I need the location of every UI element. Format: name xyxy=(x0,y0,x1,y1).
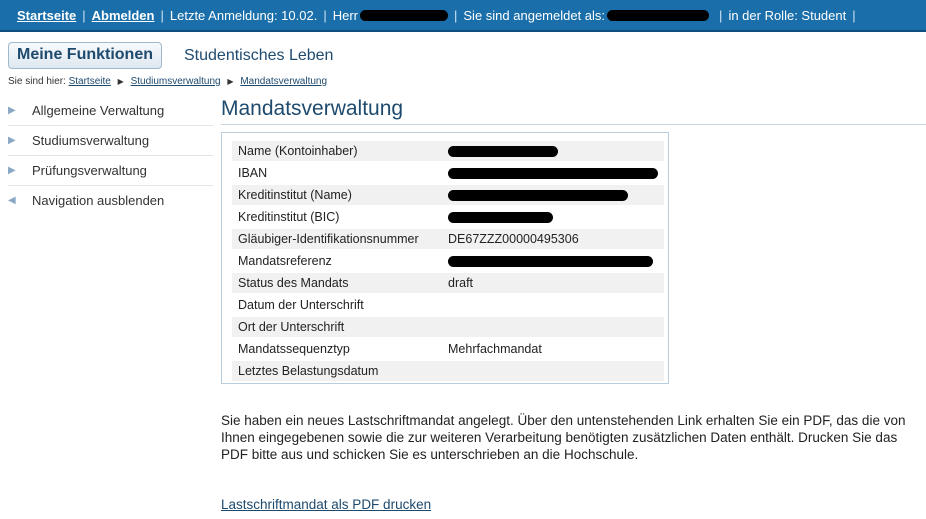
field-label: IBAN xyxy=(232,163,442,183)
top-bar: Startseite | Abmelden | Letzte Anmeldung… xyxy=(0,0,926,32)
logged-in-as-text: Sie sind angemeldet als: xyxy=(463,7,606,23)
table-row: Kreditinstitut (Name) xyxy=(232,185,664,205)
info-text: Sie haben ein neues Lastschriftmandat an… xyxy=(221,413,906,462)
separator: | xyxy=(454,7,458,23)
field-label: Name (Kontoinhaber) xyxy=(232,141,442,161)
field-label: Kreditinstitut (BIC) xyxy=(232,207,442,227)
field-value xyxy=(442,295,664,315)
print-pdf-link[interactable]: Lastschriftmandat als PDF drucken xyxy=(221,497,431,512)
field-value: draft xyxy=(442,273,664,293)
table-row: Mandatssequenztyp Mehrfachmandat xyxy=(232,339,664,359)
table-row: Name (Kontoinhaber) xyxy=(232,141,664,161)
field-value xyxy=(442,207,664,227)
table-row: Kreditinstitut (BIC) xyxy=(232,207,664,227)
field-label: Mandatsreferenz xyxy=(232,251,442,271)
field-value xyxy=(442,163,664,183)
breadcrumb-arrow-icon: ▶ xyxy=(227,77,234,86)
sidebar-item-label: Navigation ausblenden xyxy=(32,193,165,208)
startseite-link[interactable]: Startseite xyxy=(17,8,76,23)
sidebar-item-pruefungsverwaltung[interactable]: ▶ Prüfungsverwaltung xyxy=(8,156,213,186)
tab-studentisches-leben[interactable]: Studentisches Leben xyxy=(184,47,333,65)
field-label: Gläubiger-Identifikationsnummer xyxy=(232,229,442,249)
redacted-value xyxy=(448,190,628,202)
table-row: Mandatsreferenz xyxy=(232,251,664,271)
field-label: Kreditinstitut (Name) xyxy=(232,185,442,205)
field-label: Mandatssequenztyp xyxy=(232,339,442,359)
tab-meine-funktionen[interactable]: Meine Funktionen xyxy=(8,42,162,69)
abmelden-link[interactable]: Abmelden xyxy=(92,8,155,23)
redacted-value xyxy=(448,212,553,224)
sidebar-item-label: Prüfungsverwaltung xyxy=(32,163,147,178)
arrow-right-icon: ▶ xyxy=(8,165,16,176)
redacted-username xyxy=(607,9,710,21)
sidebar-item-label: Studiumsverwaltung xyxy=(32,133,150,148)
mandate-details-table: Name (Kontoinhaber) IBAN Kreditinstitut (N… xyxy=(232,139,664,383)
sidebar: ▶ Allgemeine Verwaltung ▶ Studiumsverwal… xyxy=(8,96,213,215)
title-divider xyxy=(221,124,926,125)
table-row: Gläubiger-Identifikationsnummer DE67ZZZ00… xyxy=(232,229,664,249)
separator: | xyxy=(160,7,164,23)
mandate-details-panel: Name (Kontoinhaber) IBAN Kreditinstitut (N… xyxy=(221,132,669,384)
separator: | xyxy=(852,7,856,23)
field-value xyxy=(442,141,664,161)
separator: | xyxy=(719,7,723,23)
function-tabs: Meine Funktionen Studentisches Leben xyxy=(8,42,333,69)
salutation-text: Herr xyxy=(332,7,358,23)
breadcrumb-studiumsverwaltung[interactable]: Studiumsverwaltung xyxy=(131,76,221,87)
last-login-text: Letzte Anmeldung: 10.02. xyxy=(169,7,318,23)
field-label: Ort der Unterschrift xyxy=(232,317,442,337)
separator: | xyxy=(82,7,86,23)
separator: | xyxy=(323,7,327,23)
table-row: Status des Mandats draft xyxy=(232,273,664,293)
table-row: IBAN xyxy=(232,163,664,183)
sidebar-item-studiumsverwaltung[interactable]: ▶ Studiumsverwaltung xyxy=(8,126,213,156)
redacted-value xyxy=(448,168,658,180)
breadcrumb-startseite[interactable]: Startseite xyxy=(69,76,111,87)
table-row: Datum der Unterschrift xyxy=(232,295,664,315)
table-row: Ort der Unterschrift xyxy=(232,317,664,337)
field-label: Datum der Unterschrift xyxy=(232,295,442,315)
redacted-value xyxy=(448,146,558,158)
breadcrumb-arrow-icon: ▶ xyxy=(117,77,124,86)
arrow-left-icon: ◀ xyxy=(8,195,16,206)
field-value xyxy=(442,185,664,205)
field-value xyxy=(442,251,664,271)
field-value xyxy=(442,317,664,337)
arrow-right-icon: ▶ xyxy=(8,135,16,146)
breadcrumb-mandatsverwaltung[interactable]: Mandatsverwaltung xyxy=(240,76,327,87)
role-text: in der Rolle: Student xyxy=(728,7,847,23)
field-value xyxy=(442,361,664,381)
field-value: DE67ZZZ00000495306 xyxy=(442,229,664,249)
field-label: Status des Mandats xyxy=(232,273,442,293)
redacted-value xyxy=(448,256,653,268)
sidebar-item-allgemeine-verwaltung[interactable]: ▶ Allgemeine Verwaltung xyxy=(8,96,213,126)
page-title: Mandatsverwaltung xyxy=(221,97,404,120)
arrow-right-icon: ▶ xyxy=(8,105,16,116)
sidebar-item-label: Allgemeine Verwaltung xyxy=(32,103,165,118)
field-value: Mehrfachmandat xyxy=(442,339,664,359)
sidebar-item-navigation-ausblenden[interactable]: ◀ Navigation ausblenden xyxy=(8,186,213,215)
table-row: Letztes Belastungsdatum xyxy=(232,361,664,381)
redacted-user-name xyxy=(360,9,448,21)
breadcrumb: Sie sind hier: Startseite ▶ Studiumsverw… xyxy=(8,76,327,87)
breadcrumb-prefix: Sie sind hier: xyxy=(8,76,66,87)
field-label: Letztes Belastungsdatum xyxy=(232,361,442,381)
